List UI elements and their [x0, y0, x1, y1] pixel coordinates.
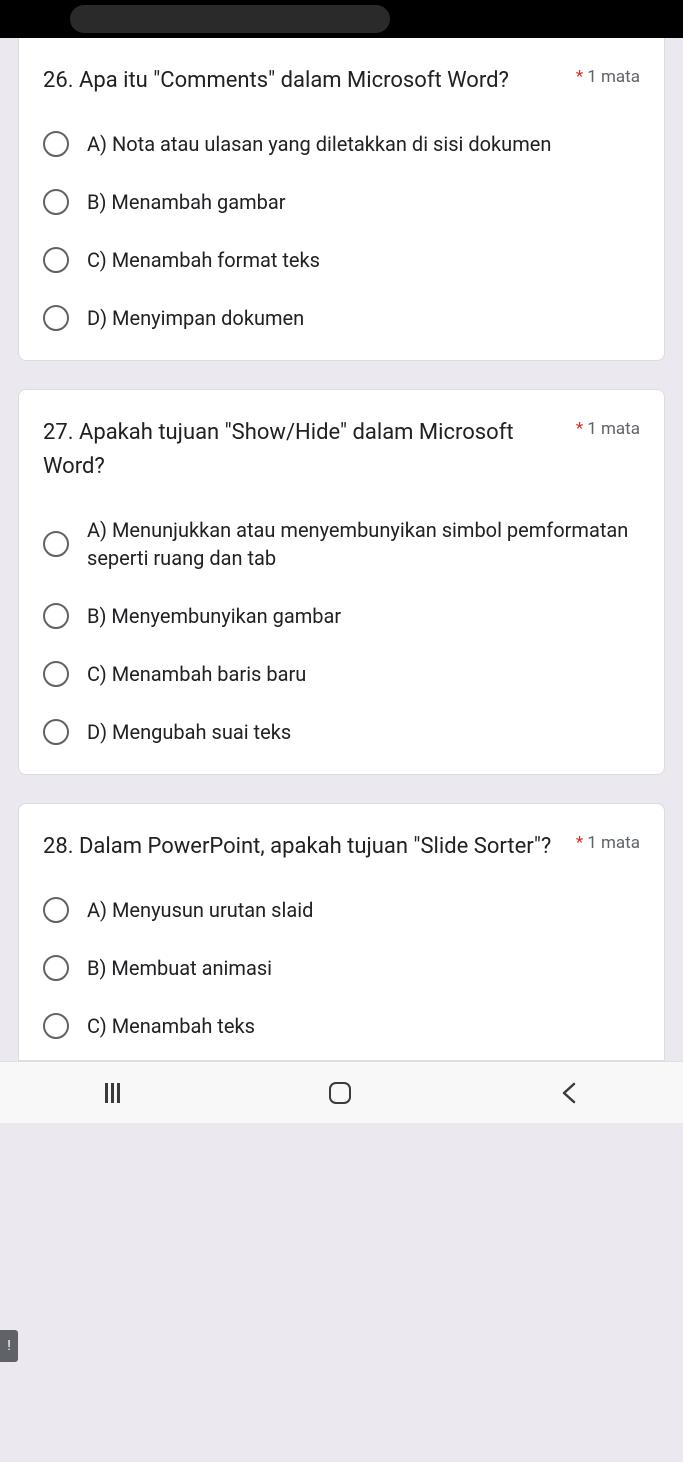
question-header: 27. Apakah tujuan "Show/Hide" dalam Micr…	[43, 416, 640, 484]
option-b[interactable]: B) Membuat animasi	[43, 954, 640, 982]
question-card-26: 26. Apa itu "Comments" dalam Microsoft W…	[18, 38, 665, 361]
required-asterisk: *	[576, 833, 583, 853]
option-c[interactable]: C) Menambah baris baru	[43, 660, 640, 688]
option-a[interactable]: A) Menunjukkan atau menyembunyikan simbo…	[43, 516, 640, 572]
browser-top-bar	[0, 0, 683, 38]
required-asterisk: *	[576, 419, 583, 439]
radio-icon	[43, 247, 69, 273]
option-label: B) Menambah gambar	[87, 188, 286, 216]
question-card-28: 28. Dalam PowerPoint, apakah tujuan "Sli…	[18, 803, 665, 1061]
option-b[interactable]: B) Menambah gambar	[43, 188, 640, 216]
question-header: 26. Apa itu "Comments" dalam Microsoft W…	[43, 64, 640, 98]
feedback-icon: !	[7, 1338, 11, 1354]
radio-icon	[43, 531, 69, 557]
radio-icon	[43, 305, 69, 331]
option-a[interactable]: A) Menyusun urutan slaid	[43, 896, 640, 924]
option-label: D) Mengubah suai teks	[87, 718, 291, 746]
options-group: A) Menyusun urutan slaid B) Membuat anim…	[43, 896, 640, 1040]
points-text: 1 mata	[587, 419, 640, 439]
points-text: 1 mata	[587, 67, 640, 87]
option-c[interactable]: C) Menambah format teks	[43, 246, 640, 274]
radio-icon	[43, 719, 69, 745]
url-bar[interactable]	[70, 5, 390, 33]
back-button[interactable]	[560, 1081, 578, 1105]
options-group: A) Menunjukkan atau menyembunyikan simbo…	[43, 516, 640, 746]
radio-icon	[43, 1013, 69, 1039]
option-label: C) Menambah teks	[87, 1012, 255, 1040]
question-points: *1 mata	[576, 67, 640, 87]
option-b[interactable]: B) Menyembunyikan gambar	[43, 602, 640, 630]
option-label: A) Menyusun urutan slaid	[87, 896, 313, 924]
required-asterisk: *	[576, 67, 583, 87]
question-title: 26. Apa itu "Comments" dalam Microsoft W…	[43, 64, 564, 98]
home-button[interactable]	[329, 1082, 351, 1104]
question-points: *1 mata	[576, 419, 640, 439]
option-label: B) Menyembunyikan gambar	[87, 602, 341, 630]
option-d[interactable]: D) Mengubah suai teks	[43, 718, 640, 746]
question-header: 28. Dalam PowerPoint, apakah tujuan "Sli…	[43, 830, 640, 864]
option-label: C) Menambah baris baru	[87, 660, 306, 688]
recents-button[interactable]	[105, 1083, 120, 1103]
points-text: 1 mata	[587, 833, 640, 853]
option-label: D) Menyimpan dokumen	[87, 304, 304, 332]
option-label: B) Membuat animasi	[87, 954, 272, 982]
radio-icon	[43, 955, 69, 981]
radio-icon	[43, 661, 69, 687]
options-group: A) Nota atau ulasan yang diletakkan di s…	[43, 130, 640, 332]
question-points: *1 mata	[576, 833, 640, 853]
system-nav-bar	[0, 1061, 683, 1123]
option-c[interactable]: C) Menambah teks	[43, 1012, 640, 1040]
option-a[interactable]: A) Nota atau ulasan yang diletakkan di s…	[43, 130, 640, 158]
option-label: A) Menunjukkan atau menyembunyikan simbo…	[87, 516, 640, 572]
radio-icon	[43, 131, 69, 157]
option-label: A) Nota atau ulasan yang diletakkan di s…	[87, 130, 551, 158]
radio-icon	[43, 603, 69, 629]
radio-icon	[43, 189, 69, 215]
option-d[interactable]: D) Menyimpan dokumen	[43, 304, 640, 332]
feedback-tab[interactable]: !	[0, 1330, 18, 1362]
question-title: 27. Apakah tujuan "Show/Hide" dalam Micr…	[43, 416, 564, 484]
question-title: 28. Dalam PowerPoint, apakah tujuan "Sli…	[43, 830, 564, 864]
radio-icon	[43, 897, 69, 923]
form-content: 26. Apa itu "Comments" dalam Microsoft W…	[0, 38, 683, 1061]
question-card-27: 27. Apakah tujuan "Show/Hide" dalam Micr…	[18, 389, 665, 775]
option-label: C) Menambah format teks	[87, 246, 320, 274]
